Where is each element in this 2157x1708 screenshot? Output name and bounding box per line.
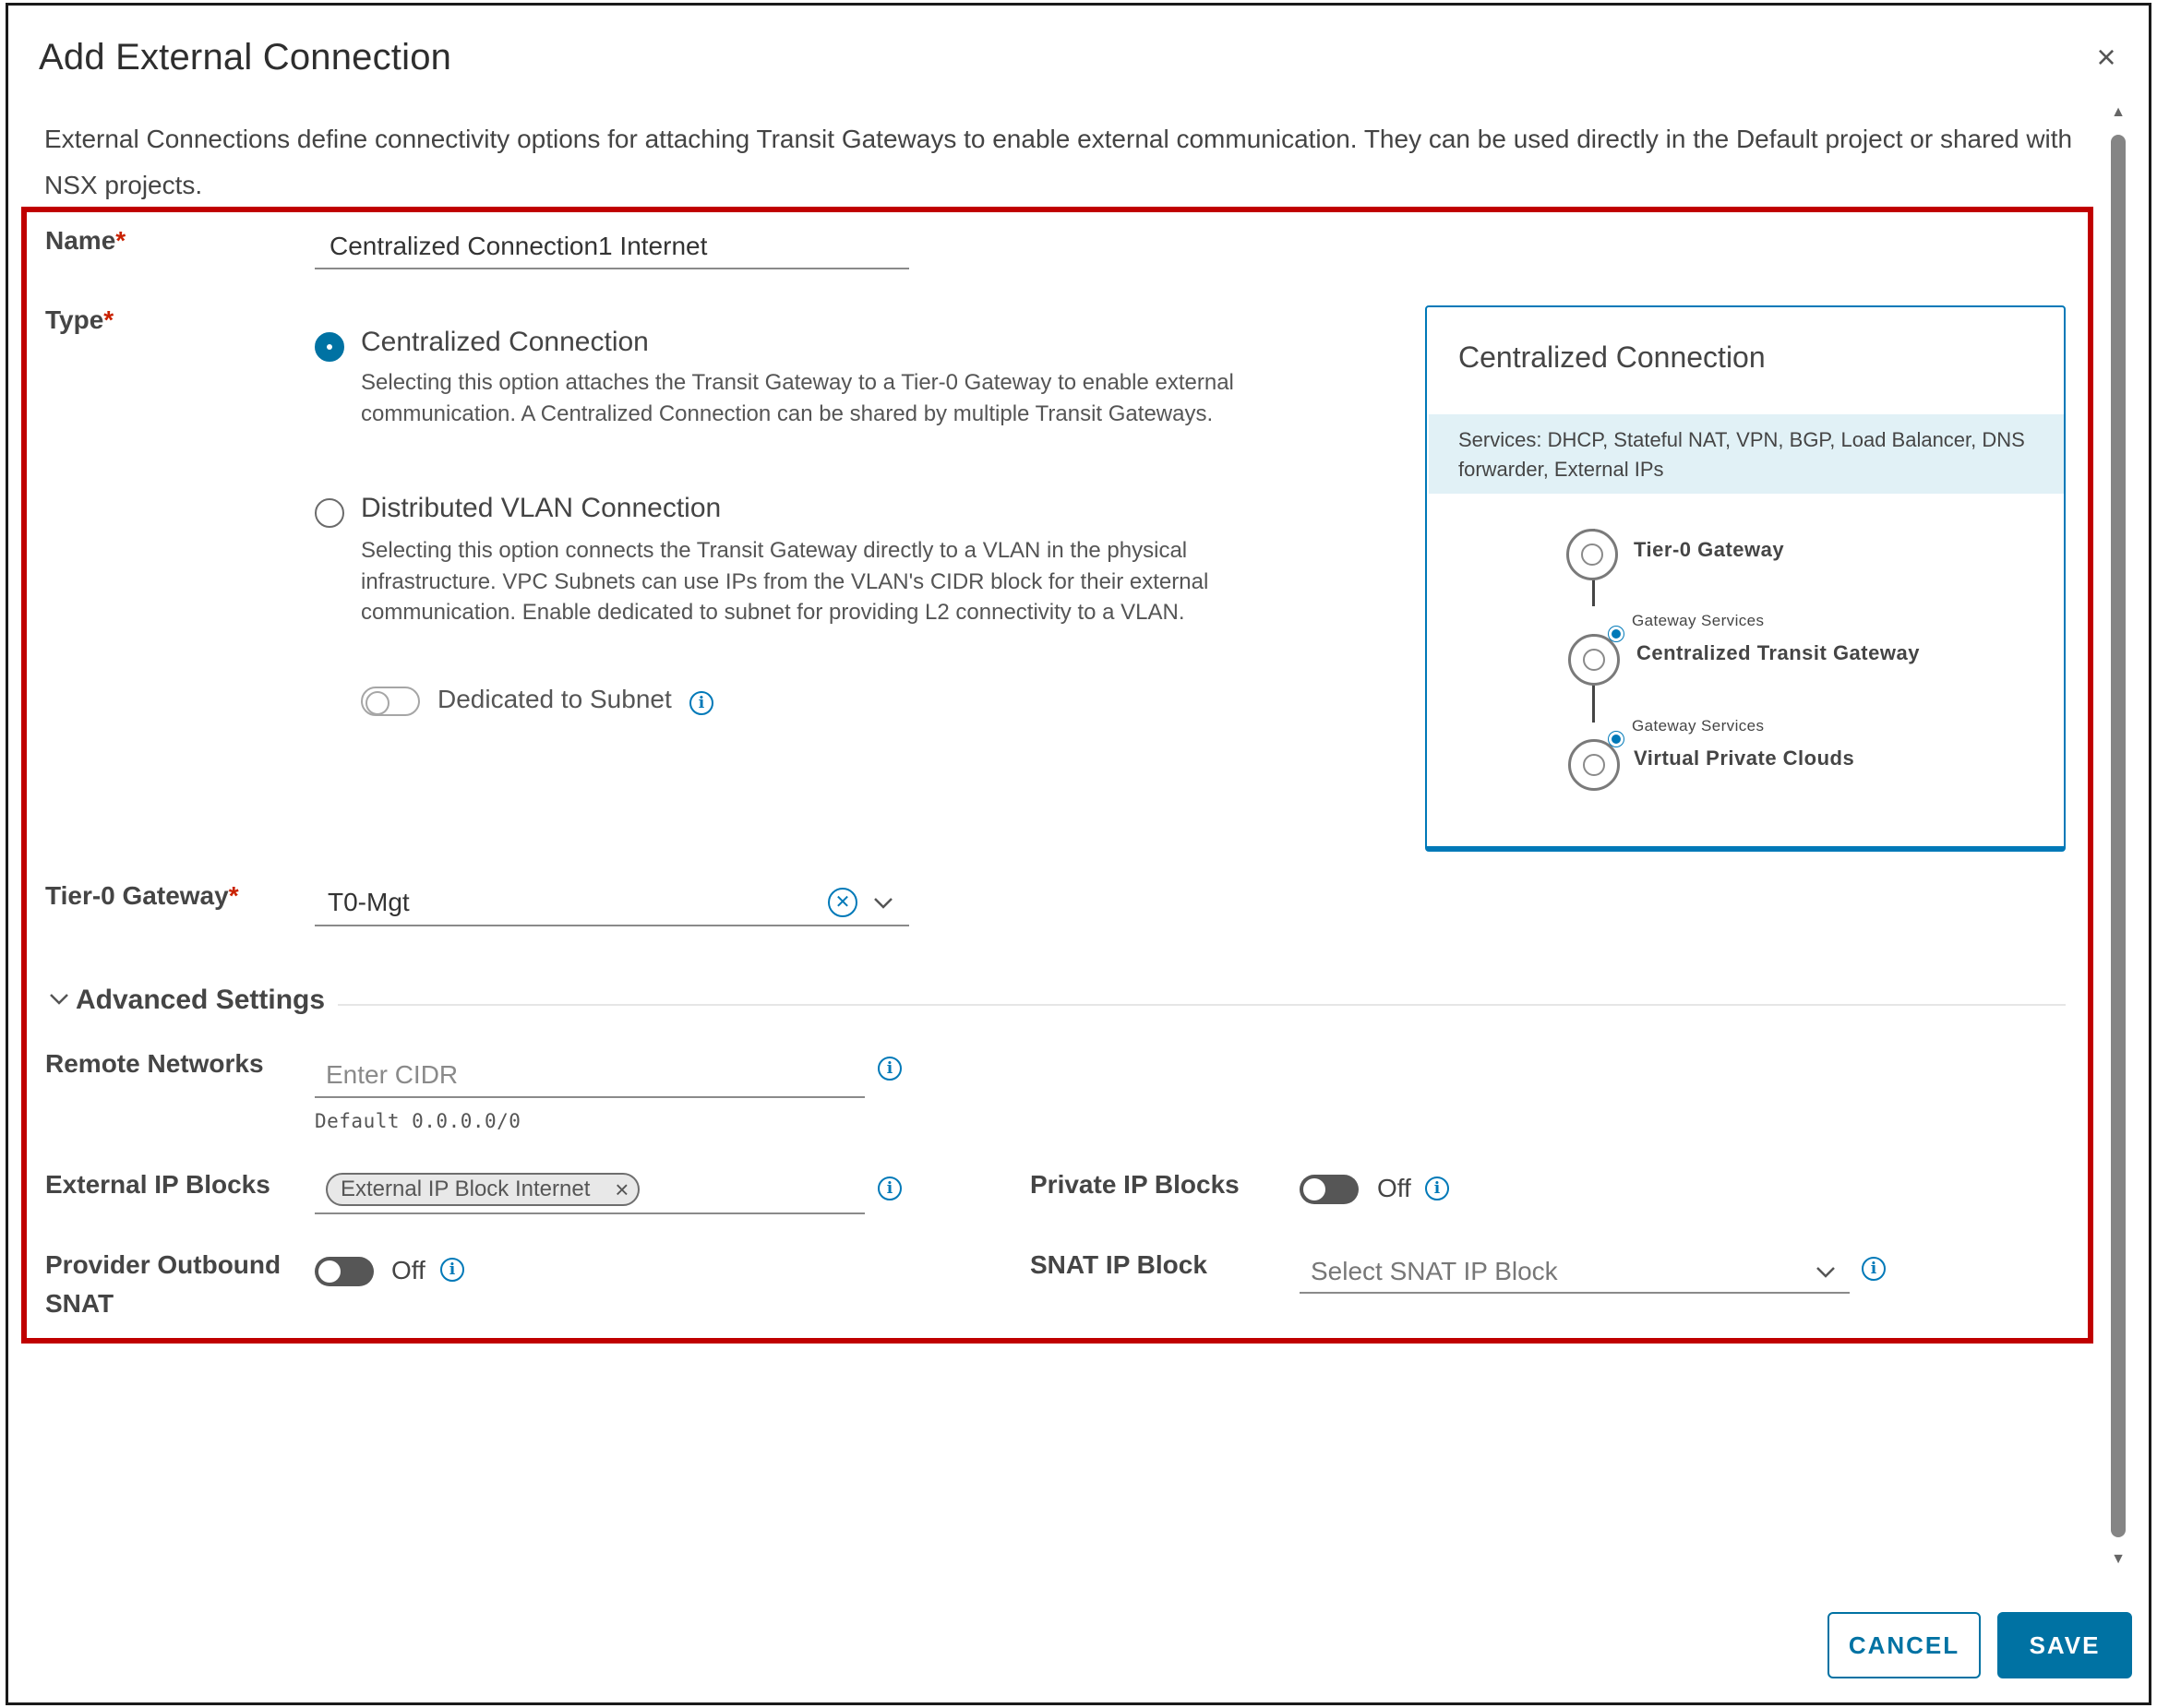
name-input[interactable] bbox=[315, 225, 909, 269]
status-dot-icon bbox=[1609, 732, 1624, 747]
tier0-gateway-node-icon bbox=[1566, 529, 1618, 580]
card-title: Centralized Connection bbox=[1458, 340, 1766, 374]
remote-networks-input[interactable] bbox=[315, 1054, 865, 1098]
radio-distributed-vlan-connection[interactable] bbox=[315, 498, 344, 528]
tier0-gateway-select[interactable]: T0-Mgt ✕ bbox=[315, 882, 909, 926]
dedicated-to-subnet-toggle[interactable] bbox=[361, 687, 420, 716]
private-ip-blocks-toggle[interactable] bbox=[1300, 1175, 1359, 1204]
option-distributed-title: Distributed VLAN Connection bbox=[361, 493, 722, 523]
divider bbox=[338, 1004, 2066, 1006]
tier0-gateway-label: Tier-0 Gateway* bbox=[45, 881, 239, 910]
external-ip-blocks-label: External IP Blocks bbox=[45, 1170, 270, 1199]
snat-ip-block-info-icon[interactable]: i bbox=[1862, 1257, 1886, 1281]
remote-networks-info-icon[interactable]: i bbox=[878, 1057, 902, 1081]
scrollbar[interactable]: ▲ ▼ bbox=[2108, 103, 2128, 1571]
provider-outbound-snat-label: Provider Outbound SNAT bbox=[45, 1250, 282, 1318]
scroll-up-arrow-icon[interactable]: ▲ bbox=[2108, 103, 2128, 122]
option-distributed-description: Selecting this option connects the Trans… bbox=[361, 538, 1209, 625]
tier0-node-label: Tier-0 Gateway bbox=[1634, 538, 1785, 561]
dedicated-to-subnet-info-icon[interactable]: i bbox=[689, 691, 713, 715]
chevron-down-icon[interactable] bbox=[1815, 1262, 1837, 1281]
save-button[interactable]: SAVE bbox=[1997, 1612, 2132, 1678]
transit-node-label: Centralized Transit Gateway bbox=[1636, 641, 1920, 664]
private-ip-blocks-label: Private IP Blocks bbox=[1030, 1170, 1240, 1199]
vpc-node-caption: Gateway Services bbox=[1632, 717, 1765, 735]
external-ip-blocks-info-icon[interactable]: i bbox=[878, 1176, 902, 1200]
snat-ip-block-placeholder: Select SNAT IP Block bbox=[1311, 1257, 1558, 1285]
chevron-down-icon[interactable] bbox=[872, 893, 894, 912]
advanced-settings-title[interactable]: Advanced Settings bbox=[76, 985, 325, 1016]
chip-label: External IP Block Internet bbox=[341, 1176, 591, 1201]
external-ip-block-chip: External IP Block Internet × bbox=[326, 1173, 641, 1206]
advanced-settings-chevron-icon[interactable] bbox=[48, 987, 70, 1009]
dialog-description: External Connections define connectivity… bbox=[44, 125, 2073, 199]
option-centralized-description: Selecting this option attaches the Trans… bbox=[361, 370, 1234, 426]
scroll-thumb[interactable] bbox=[2111, 135, 2126, 1537]
dedicated-to-subnet-label: Dedicated to Subnet bbox=[437, 685, 672, 713]
close-icon[interactable]: × bbox=[2090, 41, 2123, 74]
radio-centralized-connection[interactable] bbox=[315, 332, 344, 362]
provider-outbound-snat-state: Off bbox=[391, 1256, 425, 1284]
option-centralized-title: Centralized Connection bbox=[361, 327, 649, 357]
snat-ip-block-label: SNAT IP Block bbox=[1030, 1250, 1207, 1279]
snat-ip-block-select[interactable]: Select SNAT IP Block bbox=[1300, 1249, 1850, 1294]
vpc-node-label: Virtual Private Clouds bbox=[1634, 747, 1855, 770]
remote-networks-label: Remote Networks bbox=[45, 1049, 264, 1078]
card-services: Services: DHCP, Stateful NAT, VPN, BGP, … bbox=[1429, 414, 2064, 494]
dialog-title: Add External Connection bbox=[39, 37, 452, 78]
cancel-button[interactable]: CANCEL bbox=[1827, 1612, 1981, 1678]
name-label: Name* bbox=[45, 226, 126, 255]
provider-outbound-snat-toggle[interactable] bbox=[315, 1257, 374, 1286]
remote-networks-hint: Default 0.0.0.0/0 bbox=[315, 1110, 521, 1132]
type-label: Type* bbox=[45, 305, 114, 334]
private-ip-blocks-info-icon[interactable]: i bbox=[1425, 1176, 1449, 1200]
centralized-connection-card: Centralized Connection Services: DHCP, S… bbox=[1425, 305, 2066, 852]
scroll-down-arrow-icon[interactable]: ▼ bbox=[2108, 1550, 2128, 1569]
transit-gateway-node-icon bbox=[1568, 634, 1620, 686]
provider-outbound-snat-info-icon[interactable]: i bbox=[440, 1258, 464, 1282]
private-ip-blocks-state: Off bbox=[1377, 1174, 1411, 1202]
transit-node-caption: Gateway Services bbox=[1632, 612, 1765, 629]
vpc-cloud-node-icon bbox=[1568, 739, 1620, 791]
remove-chip-icon[interactable]: × bbox=[615, 1175, 629, 1204]
clear-selection-icon[interactable]: ✕ bbox=[828, 888, 857, 917]
tier0-gateway-value: T0-Mgt bbox=[328, 888, 410, 916]
status-dot-icon bbox=[1609, 627, 1624, 641]
